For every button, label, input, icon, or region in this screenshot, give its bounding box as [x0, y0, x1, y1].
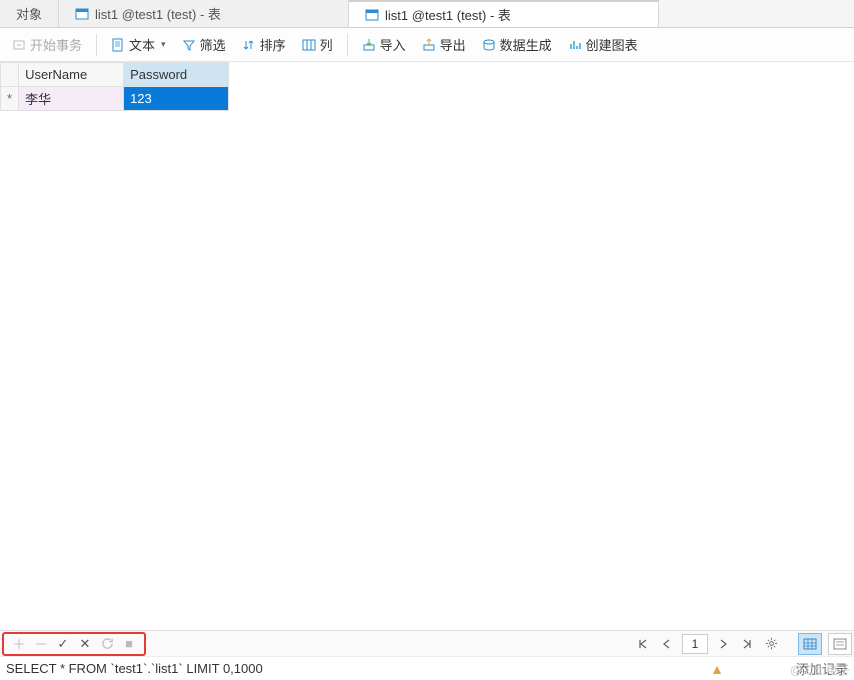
data-gen-label: 数据生成 [500, 35, 552, 54]
form-view-button[interactable] [828, 633, 852, 655]
begin-transaction-label: 开始事务 [30, 35, 82, 54]
column-header-username[interactable]: UserName [19, 63, 124, 87]
cancel-button[interactable]: ✕ [76, 635, 94, 653]
last-page-button[interactable] [738, 635, 756, 653]
status-bar: SELECT * FROM `test1`.`list1` LIMIT 0,10… [0, 656, 854, 680]
edit-controls-highlight: ＋ － ✓ ✕ ■ [2, 632, 146, 656]
tab-objects-label: 对象 [16, 4, 42, 23]
table-icon [75, 7, 89, 21]
tab-bar: 对象 list1 @test1 (test) - 表 list1 @test1 … [0, 0, 854, 28]
data-grid-area: UserName Password * 李华 123 [0, 62, 854, 630]
text-button[interactable]: 文本 ▾ [105, 32, 172, 57]
column-button[interactable]: 列 [296, 32, 339, 57]
transaction-icon [12, 38, 26, 52]
column-header-password[interactable]: Password [124, 63, 229, 87]
chevron-down-icon: ▾ [161, 39, 166, 50]
sql-status-text: SELECT * FROM `test1`.`list1` LIMIT 0,10… [6, 661, 263, 676]
divider [347, 34, 348, 56]
funnel-icon [182, 38, 196, 52]
first-page-button[interactable] [634, 635, 652, 653]
sort-icon [242, 38, 256, 52]
export-icon [422, 38, 436, 52]
grid-view-button[interactable] [798, 633, 822, 655]
footer-right [634, 633, 852, 655]
sort-button[interactable]: 排序 [236, 32, 292, 57]
footer-toolbar: ＋ － ✓ ✕ ■ [0, 630, 854, 656]
stop-button[interactable]: ■ [120, 635, 138, 653]
tab-list1-2[interactable]: list1 @test1 (test) - 表 [349, 0, 659, 27]
tab-objects[interactable]: 对象 [0, 0, 59, 27]
table-row[interactable]: * 李华 123 [1, 87, 229, 111]
page-number-input[interactable] [682, 634, 708, 654]
next-page-button[interactable] [714, 635, 732, 653]
begin-transaction-button[interactable]: 开始事务 [6, 32, 88, 57]
export-label: 导出 [440, 35, 466, 54]
sort-label: 排序 [260, 35, 286, 54]
database-icon [482, 38, 496, 52]
status-right: ▲ 添加记录 [710, 659, 848, 678]
row-indicator-header [1, 63, 19, 87]
add-row-button[interactable]: ＋ [10, 635, 28, 653]
chart-icon [568, 38, 582, 52]
cell-username[interactable]: 李华 [19, 87, 124, 111]
memo-icon [111, 38, 125, 52]
tab-label: list1 @test1 (test) - 表 [95, 4, 221, 23]
import-label: 导入 [380, 35, 406, 54]
filter-button[interactable]: 筛选 [176, 32, 232, 57]
warning-icon: ▲ [710, 661, 724, 677]
column-label: 列 [320, 35, 333, 54]
tab-label: list1 @test1 (test) - 表 [385, 5, 511, 24]
import-icon [362, 38, 376, 52]
toolbar: 开始事务 文本 ▾ 筛选 排序 列 导入 导出 数据生成 创建图表 [0, 28, 854, 62]
create-chart-button[interactable]: 创建图表 [562, 32, 644, 57]
table-icon [365, 8, 379, 22]
status-hint: 添加记录 [796, 659, 848, 678]
divider [96, 34, 97, 56]
filter-label: 筛选 [200, 35, 226, 54]
create-chart-label: 创建图表 [586, 35, 638, 54]
prev-page-button[interactable] [658, 635, 676, 653]
data-grid[interactable]: UserName Password * 李华 123 [0, 62, 229, 111]
text-label: 文本 [129, 35, 155, 54]
header-row: UserName Password [1, 63, 229, 87]
delete-row-button[interactable]: － [32, 635, 50, 653]
tab-list1-1[interactable]: list1 @test1 (test) - 表 [59, 0, 349, 27]
import-button[interactable]: 导入 [356, 32, 412, 57]
data-gen-button[interactable]: 数据生成 [476, 32, 558, 57]
apply-button[interactable]: ✓ [54, 635, 72, 653]
cell-password[interactable]: 123 [124, 87, 229, 111]
columns-icon [302, 38, 316, 52]
settings-button[interactable] [762, 635, 780, 653]
refresh-button[interactable] [98, 635, 116, 653]
export-button[interactable]: 导出 [416, 32, 472, 57]
row-indicator: * [1, 87, 19, 111]
